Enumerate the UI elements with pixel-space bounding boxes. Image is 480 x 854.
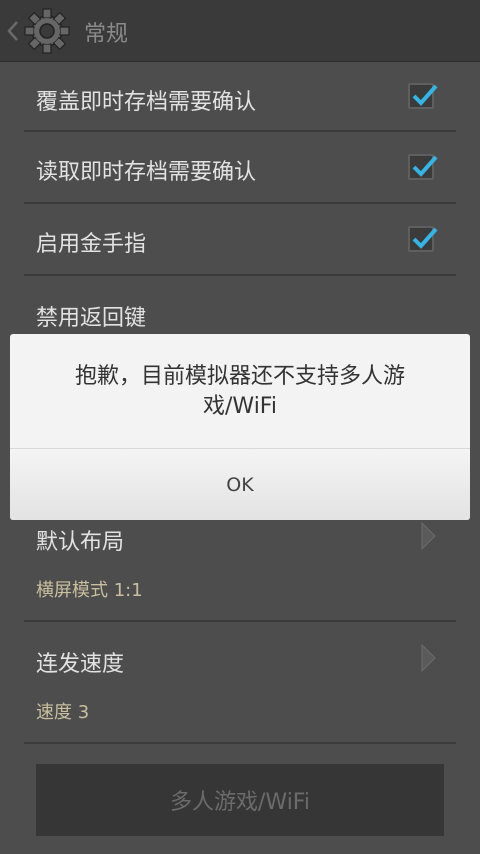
setting-value: 速度 3 (36, 702, 90, 723)
setting-label: 连发速度 (36, 652, 125, 677)
arrow-right-icon (421, 644, 436, 672)
setting-label: 读取即时存档需要确认 (36, 160, 257, 185)
setting-checkbox[interactable] (408, 154, 438, 180)
action-bar: 常规 (0, 0, 480, 62)
dialog-ok-button[interactable]: OK (10, 449, 470, 520)
setting-default-layout[interactable]: 默认布局 横屏模式 1:1 (24, 520, 456, 622)
setting-label: 默认布局 (36, 530, 125, 555)
dialog-message: 抱歉，目前模拟器还不支持多人游戏/WiFi (74, 364, 405, 419)
screen: 常规 覆盖即时存档需要确认 读取即时存档需要确认 启用金手指 禁用返回键 默认布… (0, 0, 480, 854)
setting-label: 禁用返回键 (36, 306, 147, 331)
setting-checkbox[interactable] (408, 226, 438, 252)
page-title: 常规 (84, 22, 129, 47)
setting-label: 启用金手指 (36, 232, 147, 257)
checkmark-icon (412, 84, 438, 106)
checkmark-icon (412, 155, 438, 177)
setting-enable-cheats[interactable]: 启用金手指 (24, 204, 456, 276)
setting-overwrite-confirm[interactable]: 覆盖即时存档需要确认 (24, 62, 456, 132)
checkmark-icon (412, 227, 438, 249)
arrow-right-icon (421, 522, 436, 550)
gear-icon[interactable] (22, 6, 72, 56)
setting-turbo-speed[interactable]: 连发速度 速度 3 (24, 622, 456, 744)
back-chevron-icon[interactable] (6, 19, 20, 43)
setting-value: 横屏模式 1:1 (36, 580, 143, 601)
alert-dialog: 抱歉，目前模拟器还不支持多人游戏/WiFi OK (10, 334, 470, 520)
multiplayer-wifi-button[interactable]: 多人游戏/WiFi (36, 764, 444, 836)
setting-checkbox[interactable] (408, 83, 438, 109)
setting-disable-back-key[interactable]: 禁用返回键 (24, 276, 456, 336)
setting-label: 覆盖即时存档需要确认 (36, 90, 257, 115)
setting-load-confirm[interactable]: 读取即时存档需要确认 (24, 132, 456, 204)
